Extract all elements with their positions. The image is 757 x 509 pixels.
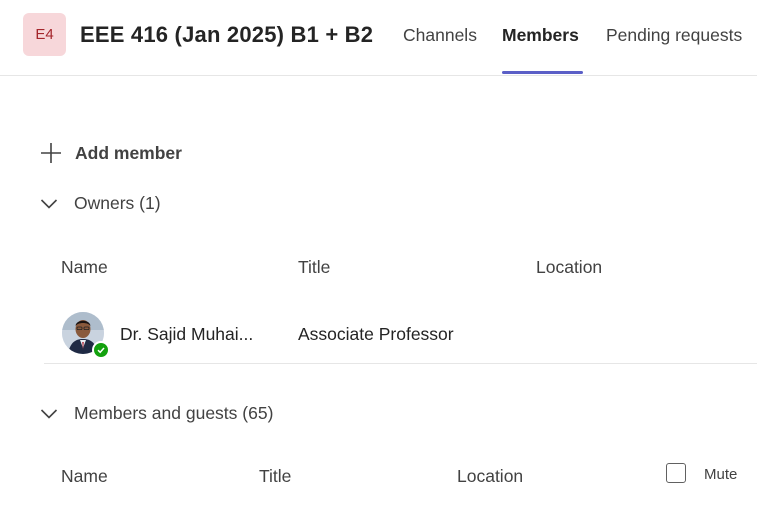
mute-checkbox[interactable]	[666, 463, 686, 483]
tab-members[interactable]: Members	[502, 25, 579, 46]
member-name[interactable]: Dr. Sajid Muhai...	[120, 324, 253, 345]
tab-pending-requests[interactable]: Pending requests	[606, 25, 742, 46]
presence-available-icon	[92, 341, 110, 359]
members-section-toggle[interactable]: Members and guests (65)	[40, 403, 273, 424]
active-tab-indicator	[502, 71, 583, 74]
owners-col-title[interactable]: Title	[298, 257, 330, 278]
members-col-location[interactable]: Location	[457, 466, 523, 487]
member-title: Associate Professor	[298, 324, 454, 344]
add-member-button[interactable]: Add member	[40, 140, 182, 166]
tab-channels[interactable]: Channels	[403, 25, 477, 46]
members-header: Members and guests (65)	[74, 403, 274, 423]
mute-label: Mute	[704, 466, 738, 483]
chevron-down-icon	[40, 198, 58, 209]
team-header: E4 EEE 416 (Jan 2025) B1 + B2 Channels M…	[0, 0, 757, 76]
add-member-label: Add member	[75, 142, 182, 163]
team-name: EEE 416 (Jan 2025) B1 + B2	[80, 22, 374, 47]
members-col-title[interactable]: Title	[259, 466, 291, 487]
owners-col-name[interactable]: Name	[61, 257, 108, 278]
check-icon	[97, 347, 105, 354]
chevron-down-icon	[40, 408, 58, 419]
owners-section-toggle[interactable]: Owners (1)	[40, 193, 161, 214]
members-col-name[interactable]: Name	[61, 466, 108, 487]
owners-col-location[interactable]: Location	[536, 257, 602, 278]
owners-header: Owners (1)	[74, 193, 161, 213]
table-row[interactable]: Dr. Sajid Muhai... Associate Professor	[44, 306, 757, 364]
team-avatar[interactable]: E4	[23, 13, 66, 56]
plus-icon	[41, 143, 61, 163]
